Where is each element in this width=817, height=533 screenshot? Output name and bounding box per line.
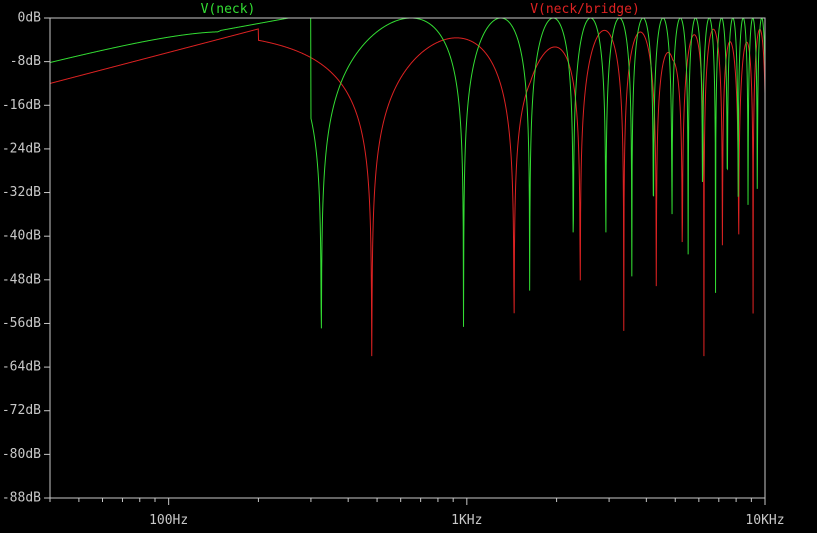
y-tick-label: -64dB [2,360,41,375]
y-tick-label: -32dB [2,185,41,200]
y-tick-label: -24dB [2,141,41,156]
y-tick-label: -16dB [2,98,41,113]
y-tick-label: -48dB [2,272,41,287]
legend-neck[interactable]: V(neck) [201,2,256,17]
x-tick-label: 1KHz [451,513,482,528]
y-tick-label: -56dB [2,316,41,331]
y-tick-label: 0dB [18,11,42,26]
y-tick-label: -72dB [2,403,41,418]
y-tick-label: -88dB [2,491,41,506]
legend-neck-bridge[interactable]: V(neck/bridge) [530,2,640,17]
y-tick-label: -8dB [10,54,41,69]
y-tick-label: -80dB [2,447,41,462]
frequency-response-chart: 0dB -8dB -16dB -24dB -32dB -40dB -48dB -56dB -64… [0,0,817,528]
plot-background [0,0,817,528]
x-tick-label: 100Hz [149,513,188,528]
y-tick-label: -40dB [2,229,41,244]
x-tick-label: 10KHz [745,513,784,528]
plot-window: 0dB -8dB -16dB -24dB -32dB -40dB -48dB -56dB -64… [0,0,817,528]
